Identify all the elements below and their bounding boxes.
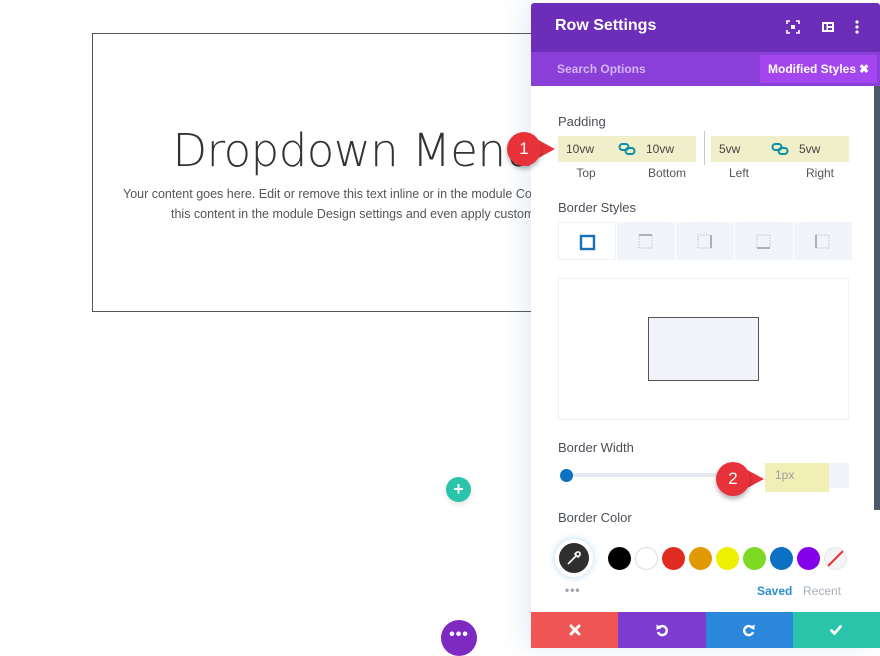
color-swatch-orange[interactable] [689, 547, 712, 570]
link-icon[interactable] [618, 142, 636, 156]
callout-number: 2 [728, 469, 738, 488]
border-style-tab-all[interactable] [558, 222, 616, 260]
border-style-tab-bottom[interactable] [735, 222, 793, 260]
panel-footer [531, 612, 880, 648]
padding-left-input[interactable]: 5vw [711, 136, 769, 162]
annotation-callout-1: 1 [507, 132, 567, 166]
border-left-icon [815, 234, 830, 249]
border-bottom-icon [756, 234, 771, 249]
border-preview-box [648, 317, 759, 381]
more-vertical-icon[interactable] [848, 18, 866, 36]
undo-button[interactable] [618, 612, 706, 648]
builder-canvas: Dropdown Menu Your content goes here. Ed… [0, 0, 880, 656]
panel-search-bar: Search Options Modified Styles ✖ [531, 52, 880, 86]
color-swatch-blue[interactable] [770, 547, 793, 570]
module-text-line-1: Your content goes here. Edit or remove t… [123, 187, 541, 201]
color-swatch-purple[interactable] [797, 547, 820, 570]
border-width-label: Border Width [558, 440, 634, 455]
padding-right-label: Right [805, 166, 834, 180]
padding-left-label: Left [728, 166, 749, 180]
panel-title: Row Settings [555, 17, 657, 34]
redo-button[interactable] [705, 612, 793, 648]
close-icon [569, 624, 581, 636]
padding-top-label: Top [576, 166, 596, 180]
color-swatch-none[interactable] [824, 547, 847, 570]
undo-icon [656, 624, 668, 637]
no-color-icon [827, 550, 844, 567]
annotation-callout-2: 2 [716, 462, 776, 496]
border-top-icon [638, 234, 653, 249]
padding-bottom-label: Bottom [647, 166, 686, 180]
padding-divider [704, 131, 705, 165]
link-icon[interactable] [771, 142, 789, 156]
close-icon[interactable]: ✖ [859, 55, 869, 83]
more-colors-button[interactable]: ••• [565, 583, 581, 597]
recent-colors-tab[interactable]: Recent [803, 584, 841, 598]
border-styles-label: Border Styles [558, 200, 637, 215]
discard-button[interactable] [531, 612, 619, 648]
text-module[interactable]: Dropdown Menu Your content goes here. Ed… [92, 33, 542, 312]
redo-icon [743, 624, 755, 637]
panel-body: Padding 10vw 10vw 5vw 5vw Top Bottom Lef… [531, 86, 880, 612]
color-swatch-white[interactable] [635, 547, 658, 570]
add-module-button[interactable]: + [446, 477, 471, 502]
plus-icon: + [453, 479, 464, 499]
search-options-input[interactable]: Search Options [557, 62, 646, 76]
save-button[interactable] [792, 612, 880, 648]
padding-label: Padding [558, 114, 606, 129]
sidebar-layout-icon[interactable] [819, 18, 837, 36]
module-text-line-2: this content in the module Design settin… [171, 207, 541, 221]
fullscreen-icon[interactable] [784, 18, 802, 36]
modified-styles-filter[interactable]: Modified Styles ✖ [760, 55, 877, 83]
color-picker-button[interactable] [555, 539, 593, 577]
eyedropper-icon [567, 551, 581, 565]
border-preview [558, 278, 849, 420]
padding-bottom-input[interactable]: 10vw [638, 136, 696, 162]
panel-scrollbar[interactable] [874, 86, 880, 510]
page-settings-button[interactable]: ••• [441, 620, 477, 656]
color-swatch-red[interactable] [662, 547, 685, 570]
module-title: Dropdown Menu [172, 124, 534, 177]
border-style-tab-top[interactable] [617, 222, 675, 260]
row-settings-panel: Row Settings Search Options Modified Sty… [531, 0, 880, 648]
border-right-icon [697, 234, 712, 249]
border-all-icon [579, 234, 596, 251]
padding-right-input[interactable]: 5vw [791, 136, 849, 162]
border-width-slider-handle[interactable] [560, 469, 573, 482]
border-style-tab-right[interactable] [676, 222, 734, 260]
module-body-text: Your content goes here. Edit or remove t… [93, 184, 541, 224]
color-swatch-black[interactable] [608, 547, 631, 570]
modified-styles-label: Modified Styles [768, 62, 857, 76]
more-horizontal-icon: ••• [449, 626, 469, 643]
color-swatch-yellow[interactable] [716, 547, 739, 570]
saved-colors-tab[interactable]: Saved [757, 584, 792, 598]
border-style-tab-left[interactable] [794, 222, 852, 260]
callout-number: 1 [519, 139, 529, 158]
check-icon [830, 625, 843, 635]
color-swatch-green[interactable] [743, 547, 766, 570]
panel-header[interactable]: Row Settings [531, 3, 880, 52]
border-color-label: Border Color [558, 510, 632, 525]
